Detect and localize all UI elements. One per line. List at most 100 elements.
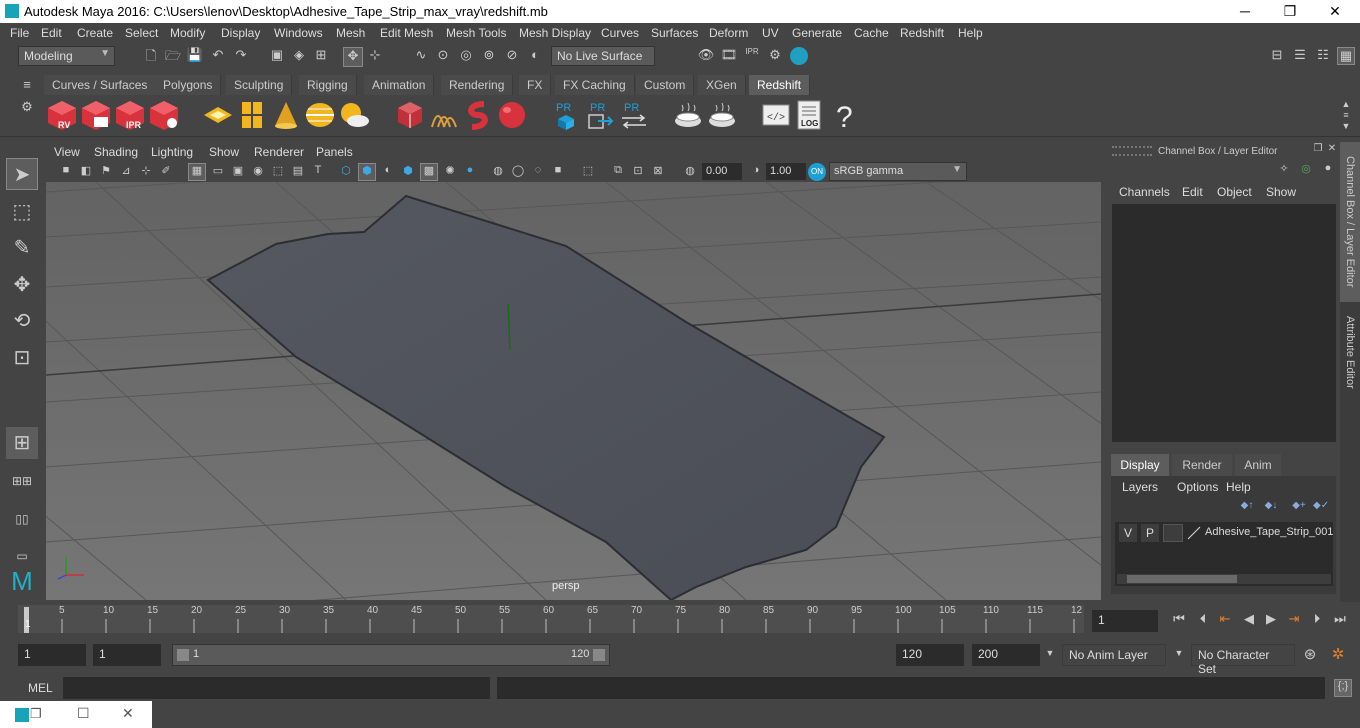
new-layer-icon[interactable]: ◆+ — [1291, 500, 1307, 514]
motion-blur-icon[interactable]: ◯ — [510, 164, 526, 180]
menu-file[interactable]: File — [10, 26, 29, 40]
redshift-script-icon[interactable]: </> — [760, 99, 792, 131]
two-view-layout-icon[interactable]: ▯▯ — [6, 503, 38, 535]
render-view-icon[interactable]: 👁 — [697, 47, 715, 65]
shadows-icon[interactable]: ● — [462, 164, 478, 180]
wireframe-icon[interactable]: ⬡ — [338, 164, 354, 180]
layer-visibility-toggle[interactable]: V — [1119, 524, 1137, 542]
snap-curve-icon[interactable]: ∿ — [412, 47, 430, 65]
viewport-menu-show[interactable]: Show — [209, 145, 239, 159]
channel-box-toggle-icon[interactable]: ▦ — [1337, 47, 1355, 65]
redshift-bake-set-icon[interactable] — [706, 99, 738, 131]
auto-key-icon[interactable]: ⊛ — [1300, 645, 1320, 665]
layer-tab-display[interactable]: Display — [1111, 454, 1169, 476]
viewport-menu-lighting[interactable]: Lighting — [151, 145, 193, 159]
smooth-shade-icon[interactable]: ⬢ — [358, 163, 376, 181]
paint-select-tool-icon[interactable]: ✎ — [6, 232, 38, 264]
tab-curves-surfaces[interactable]: Curves / Surfaces — [44, 75, 157, 95]
hypershade-icon[interactable] — [790, 47, 808, 65]
layer-color-swatch-icon[interactable] — [1187, 526, 1201, 540]
xray-icon[interactable]: ⧉ — [610, 164, 626, 180]
playback-start-field[interactable]: 1 — [93, 644, 161, 666]
maximize-button[interactable]: ❐ — [1267, 0, 1313, 23]
layers-menu[interactable]: Layers — [1122, 480, 1158, 494]
tab-fx-caching[interactable]: FX Caching — [555, 75, 635, 95]
resolution-gate-icon[interactable]: ▭ — [210, 164, 226, 180]
shelf-scroll-icon[interactable]: ▲ ≡ ▼ — [1340, 99, 1352, 133]
menu-modify[interactable]: Modify — [170, 26, 205, 40]
menu-curves[interactable]: Curves — [601, 26, 639, 40]
side-tab-attribute-editor[interactable]: Attribute Editor — [1340, 304, 1360, 400]
script-language-toggle[interactable]: MEL — [28, 681, 53, 695]
undo-icon[interactable]: ↶ — [209, 47, 227, 65]
maximize-icon[interactable]: ☐ — [77, 705, 90, 722]
tab-animation[interactable]: Animation — [364, 75, 435, 95]
current-frame-field[interactable]: 1 — [1092, 610, 1158, 632]
image-plane-icon[interactable]: ⊿ — [118, 164, 134, 180]
gamma-icon[interactable]: ◑ — [748, 164, 764, 180]
snap-grid-icon[interactable]: ⊹ — [366, 47, 384, 65]
command-input[interactable] — [63, 677, 490, 699]
grid-toggle-icon[interactable]: ⊹ — [138, 164, 154, 180]
open-scene-icon[interactable]: 🗁 — [164, 47, 182, 65]
redshift-pr-cube-icon[interactable]: PR — [550, 99, 582, 131]
move-tool-icon[interactable]: ✥ — [6, 269, 38, 301]
viewport-menu-shading[interactable]: Shading — [94, 145, 138, 159]
redshift-settings-icon[interactable] — [148, 99, 180, 131]
new-scene-icon[interactable]: 🗋 — [142, 47, 160, 65]
layer-name[interactable]: Adhesive_Tape_Strip_001 — [1205, 526, 1333, 538]
four-view-layout-icon[interactable]: ⊞⊞ — [6, 465, 38, 497]
anim-layer-selector[interactable]: No Anim Layer — [1062, 644, 1166, 666]
tab-custom[interactable]: Custom — [636, 75, 695, 95]
redshift-log-icon[interactable]: LOG — [794, 99, 826, 131]
film-gate-icon[interactable]: ✐ — [158, 164, 174, 180]
menu-surfaces[interactable]: Surfaces — [651, 26, 698, 40]
tab-rigging[interactable]: Rigging — [299, 75, 357, 95]
menu-redshift[interactable]: Redshift — [900, 26, 944, 40]
menu-display[interactable]: Display — [221, 26, 260, 40]
menu-windows[interactable]: Windows — [274, 26, 323, 40]
redshift-mesh-light-icon[interactable] — [394, 99, 426, 131]
textured-icon[interactable]: ▩ — [420, 163, 438, 181]
step-back-frame-icon[interactable]: ⏴ — [1194, 611, 1212, 629]
menu-mesh-tools[interactable]: Mesh Tools — [446, 26, 506, 40]
shelf-options-icon[interactable]: ⚙ — [18, 99, 36, 115]
default-material-icon[interactable]: ⬢ — [400, 164, 416, 180]
perspective-viewport[interactable]: persp — [46, 182, 1101, 600]
step-forward-frame-icon[interactable]: ⏵ — [1308, 611, 1326, 629]
menu-create[interactable]: Create — [77, 26, 113, 40]
speed-icon[interactable]: ● — [1320, 162, 1336, 178]
redshift-snake-icon[interactable] — [462, 99, 494, 131]
drag-handle[interactable] — [1112, 146, 1152, 156]
redshift-bake-icon[interactable] — [672, 99, 704, 131]
bookmark-icon[interactable]: ⚑ — [98, 164, 114, 180]
menu-select[interactable]: Select — [125, 26, 158, 40]
exposure-icon[interactable]: ◍ — [682, 164, 698, 180]
select-component-icon[interactable]: ⊞ — [312, 47, 330, 65]
make-live-icon[interactable]: ⊘ — [503, 47, 521, 65]
tab-fx[interactable]: FX — [519, 75, 552, 95]
time-slider[interactable]: 1 5 10 15 20 25 30 35 40 45 50 55 60 65 … — [18, 605, 1084, 633]
go-to-end-icon[interactable]: ⏭ — [1331, 611, 1349, 629]
redshift-help-icon[interactable]: ? — [828, 99, 860, 131]
redshift-spotlight-icon[interactable] — [270, 99, 302, 131]
use-all-lights-icon[interactable]: ✺ — [442, 164, 458, 180]
lasso-tool-icon[interactable]: ⬚ — [6, 196, 38, 228]
snap-point-icon[interactable]: ⊙ — [434, 47, 452, 65]
tab-sculpting[interactable]: Sculpting — [226, 75, 293, 95]
animation-prefs-icon[interactable]: ✲ — [1328, 645, 1348, 665]
text-overlay-icon[interactable]: T — [310, 164, 326, 180]
gamma-field[interactable]: 1.00 — [766, 163, 806, 180]
color-management-icon[interactable]: ON — [808, 163, 826, 181]
manipulate-icon[interactable]: ◎ — [1298, 162, 1314, 178]
select-tool-icon[interactable]: ➤ — [6, 158, 38, 190]
single-view-layout-icon[interactable]: ⊞ — [6, 427, 38, 459]
menu-edit[interactable]: Edit — [41, 26, 62, 40]
anti-aliasing-icon[interactable]: ◌ — [530, 164, 546, 180]
tab-rendering[interactable]: Rendering — [441, 75, 514, 95]
chevron-down-icon[interactable]: ▼ — [1173, 648, 1185, 660]
object-transform-icon[interactable]: ✧ — [1276, 162, 1292, 178]
camera-attributes-icon[interactable]: ◧ — [78, 164, 94, 180]
rotate-tool-icon[interactable]: ⟲ — [6, 305, 38, 337]
snap-toggle-icon[interactable]: ✥ — [343, 47, 363, 67]
